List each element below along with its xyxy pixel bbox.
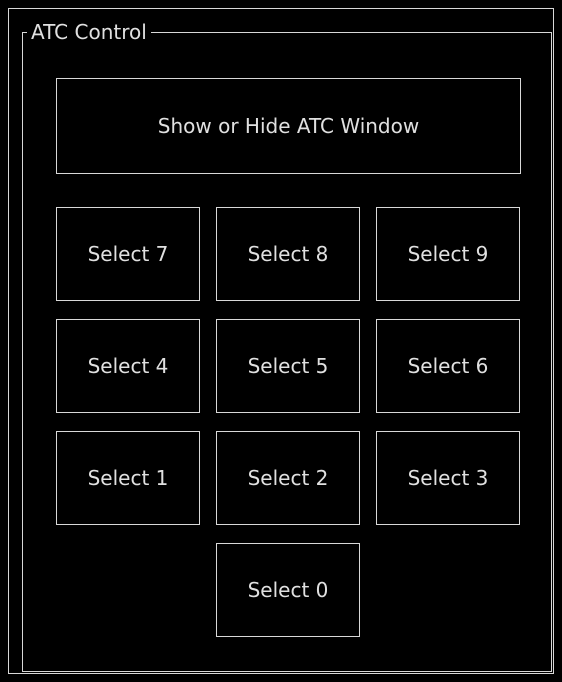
select-4-button[interactable]: Select 4: [56, 319, 200, 413]
select-5-button[interactable]: Select 5: [216, 319, 360, 413]
select-6-button[interactable]: Select 6: [376, 319, 520, 413]
select-1-button[interactable]: Select 1: [56, 431, 200, 525]
show-hide-atc-window-button[interactable]: Show or Hide ATC Window: [56, 78, 521, 174]
select-8-button[interactable]: Select 8: [216, 207, 360, 301]
select-7-button[interactable]: Select 7: [56, 207, 200, 301]
group-title: ATC Control: [27, 20, 151, 44]
select-9-button[interactable]: Select 9: [376, 207, 520, 301]
select-3-button[interactable]: Select 3: [376, 431, 520, 525]
select-2-button[interactable]: Select 2: [216, 431, 360, 525]
select-0-button[interactable]: Select 0: [216, 543, 360, 637]
